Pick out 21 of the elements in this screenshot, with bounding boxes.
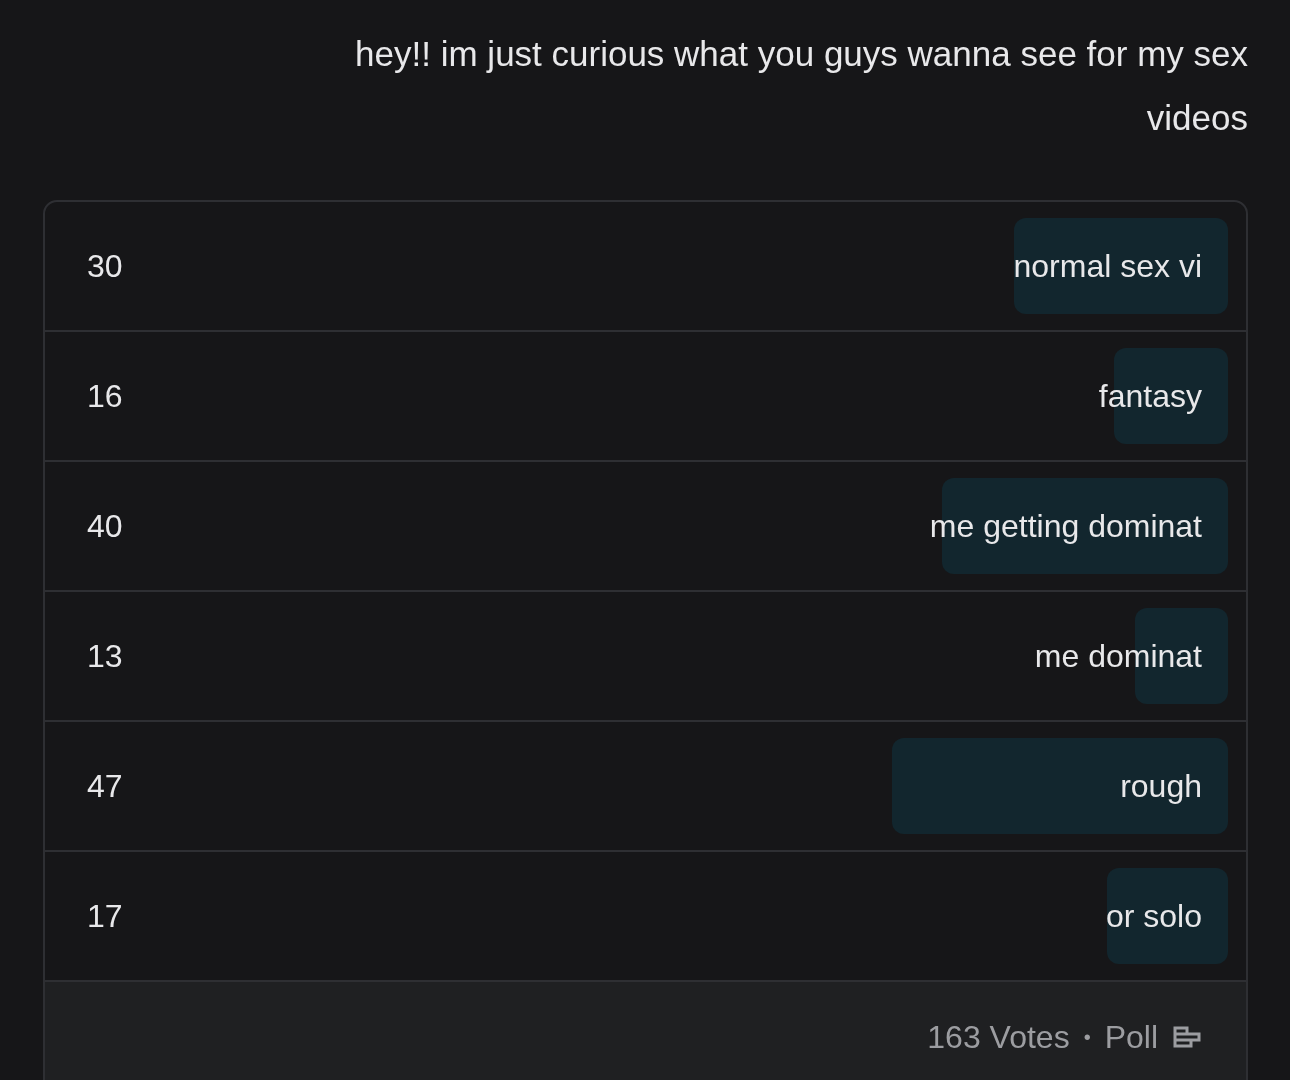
poll-option[interactable]: 47 rough (45, 722, 1246, 852)
vote-count: 17 (87, 897, 123, 936)
poll-option[interactable]: 16 fantasy (45, 332, 1246, 462)
poll-option[interactable]: 13 me dominat (45, 592, 1246, 722)
option-label: me getting dominat (929, 507, 1202, 546)
separator-dot: • (1083, 1025, 1091, 1050)
option-label: fantasy (1098, 377, 1202, 416)
option-label: normal sex vi (1013, 247, 1202, 286)
vote-count: 47 (87, 767, 123, 806)
vote-count: 30 (87, 247, 123, 286)
vote-count: 13 (87, 637, 123, 676)
post-text: hey!! im just curious what you guys wanna see for my sex videos (354, 33, 1248, 139)
vote-count: 40 (87, 507, 123, 546)
poll-option[interactable]: 40 me getting dominat (45, 462, 1246, 592)
option-label: rough (1120, 767, 1202, 806)
option-label: or solo (1105, 897, 1202, 936)
vote-total: 163 Votes (927, 1018, 1070, 1057)
poll-option[interactable]: 30 normal sex vi (45, 202, 1246, 332)
poll-type-label: Poll (1104, 1018, 1158, 1057)
vote-count: 16 (87, 377, 123, 416)
option-label: me dominat (1034, 637, 1202, 676)
